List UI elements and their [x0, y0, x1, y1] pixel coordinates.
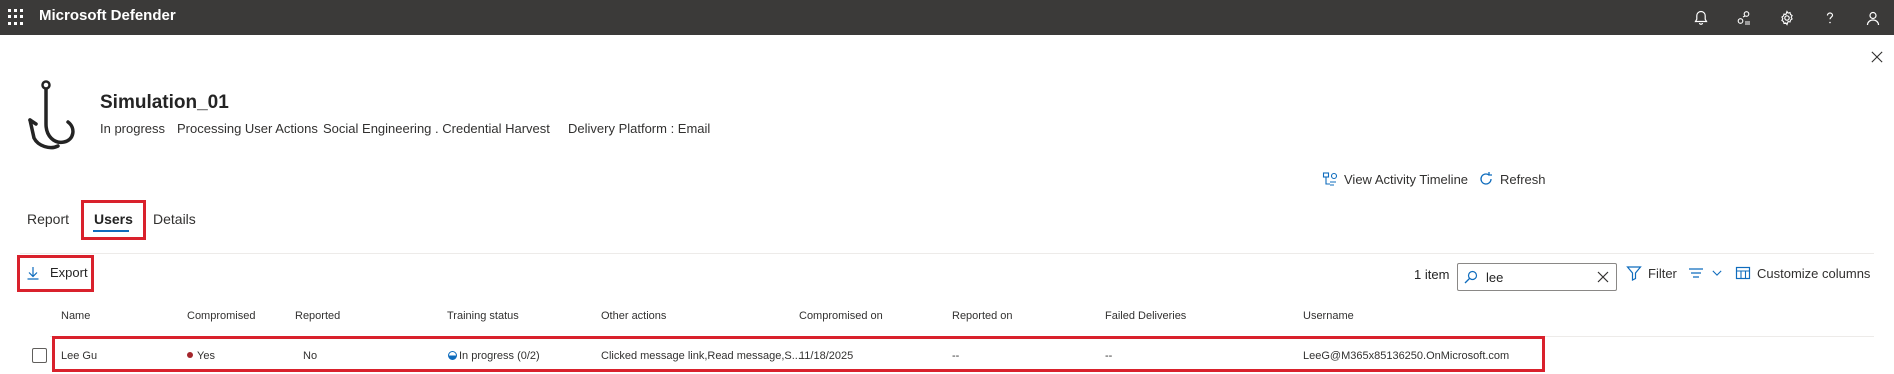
delivery-text: Delivery Platform : Email [568, 121, 711, 136]
tab-report[interactable]: Report [27, 211, 69, 227]
close-icon[interactable] [1868, 48, 1886, 66]
column-header-name[interactable]: Name [61, 310, 90, 322]
user-icon[interactable] [1851, 0, 1894, 35]
status-text: In progress [100, 121, 166, 136]
refresh-button[interactable]: Refresh [1478, 171, 1546, 187]
top-bar: Microsoft Defender [0, 0, 1894, 35]
chevron-down-icon [1712, 270, 1722, 276]
filter-button[interactable]: Filter [1626, 265, 1677, 281]
help-icon[interactable] [1808, 0, 1851, 35]
search-icon [1464, 270, 1478, 284]
columns-icon [1735, 266, 1751, 280]
view-activity-timeline-button[interactable]: View Activity Timeline [1322, 171, 1468, 187]
clear-search-icon[interactable] [1596, 270, 1610, 284]
column-header-other-actions[interactable]: Other actions [601, 310, 666, 322]
phishing-hook-icon [22, 80, 78, 150]
tab-details[interactable]: Details [153, 211, 196, 227]
bell-icon[interactable] [1679, 0, 1722, 35]
group-by-button[interactable] [1688, 265, 1728, 281]
waffle-icon[interactable] [4, 6, 26, 28]
row-checkbox[interactable] [32, 348, 47, 363]
refresh-label: Refresh [1500, 171, 1546, 187]
search-box[interactable] [1457, 263, 1617, 291]
simulation-title: Simulation_01 [100, 92, 229, 113]
column-header-reported[interactable]: Reported [295, 310, 340, 322]
users-tab-highlight [81, 200, 146, 240]
export-highlight [17, 255, 94, 292]
customize-columns-label: Customize columns [1757, 265, 1871, 281]
view-activity-timeline-label: View Activity Timeline [1344, 171, 1469, 187]
customize-columns-button[interactable]: Customize columns [1735, 265, 1870, 281]
item-count: 1 item [1414, 267, 1450, 282]
column-header-reported-on[interactable]: Reported on [952, 310, 1013, 322]
refresh-icon [1480, 172, 1492, 185]
people-connect-icon[interactable] [1722, 0, 1765, 35]
column-header-training-status[interactable]: Training status [447, 310, 519, 322]
filter-icon [1626, 266, 1642, 281]
column-header-username[interactable]: Username [1303, 310, 1354, 322]
column-header-failed-deliveries[interactable]: Failed Deliveries [1105, 310, 1186, 322]
technique-text: Social Engineering . Credential Harvest [323, 121, 550, 136]
list-icon [1689, 268, 1703, 278]
gear-icon[interactable] [1765, 0, 1808, 35]
divider [20, 253, 1874, 254]
timeline-icon [1322, 172, 1338, 186]
column-header-compromised-on[interactable]: Compromised on [799, 310, 883, 322]
column-header-compromised[interactable]: Compromised [187, 310, 255, 322]
row-highlight [52, 336, 1545, 372]
filter-label: Filter [1648, 265, 1677, 281]
search-input[interactable] [1486, 269, 1586, 285]
app-title[interactable]: Microsoft Defender [39, 7, 176, 24]
processing-text: Processing User Actions [177, 121, 318, 136]
